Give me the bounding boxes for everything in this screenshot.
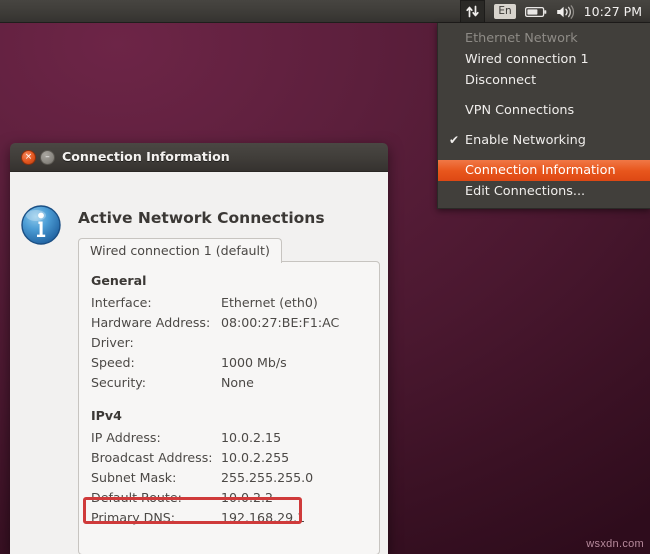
panel-indicator-tray: En 10:27 PM xyxy=(460,0,646,23)
detail-key: Driver: xyxy=(91,334,134,350)
detail-row-default-route: Default Route: 10.0.2.2 xyxy=(91,487,371,507)
detail-key: Broadcast Address: xyxy=(91,449,213,465)
connections-notebook: Wired connection 1 (default) General Int… xyxy=(78,238,380,554)
desktop-screen: wsxdn.com En 10:27 PM Ethernet Network W… xyxy=(0,0,650,554)
detail-value: 192.168.29.1 xyxy=(221,509,306,525)
detail-value: 1000 Mb/s xyxy=(221,354,287,370)
network-dropdown-menu: Ethernet Network Wired connection 1 Disc… xyxy=(437,23,650,209)
detail-row-interface: Interface: Ethernet (eth0) xyxy=(91,292,371,312)
tab-page-wired-connection-1: General Interface: Ethernet (eth0) Hardw… xyxy=(78,261,380,554)
section-title-general: General xyxy=(91,273,147,288)
info-icon xyxy=(18,202,64,248)
menu-item-ethernet-network: Ethernet Network xyxy=(438,28,650,49)
menu-item-label: VPN Connections xyxy=(465,103,575,118)
close-button[interactable]: × xyxy=(21,150,36,165)
detail-row-speed: Speed: 1000 Mb/s xyxy=(91,352,371,372)
detail-value: 255.255.255.0 xyxy=(221,469,314,485)
detail-key: Default Route: xyxy=(91,489,182,505)
detail-row-broadcast-address: Broadcast Address: 10.0.2.255 xyxy=(91,447,371,467)
battery-indicator[interactable] xyxy=(524,0,547,23)
page-title: Active Network Connections xyxy=(78,209,325,227)
minimize-button[interactable]: – xyxy=(40,150,55,165)
volume-icon xyxy=(556,4,575,19)
menu-item-label: Enable Networking xyxy=(465,133,586,148)
keyboard-layout-indicator[interactable]: En xyxy=(494,0,516,23)
menu-item-label: Connection Information xyxy=(465,163,616,178)
detail-key: Interface: xyxy=(91,294,152,310)
menu-item-enable-networking[interactable]: ✔ Enable Networking xyxy=(438,130,650,151)
detail-key: Primary DNS: xyxy=(91,509,176,525)
tab-strip: Wired connection 1 (default) xyxy=(78,238,380,263)
menu-separator-1 xyxy=(438,91,650,100)
menu-item-connection-information[interactable]: Connection Information xyxy=(438,160,650,181)
top-panel: En 10:27 PM xyxy=(0,0,650,23)
minimize-icon: – xyxy=(45,152,50,162)
checkmark-icon: ✔ xyxy=(449,133,460,147)
detail-row-primary-dns: Primary DNS: 192.168.29.1 xyxy=(91,507,371,527)
detail-row-security: Security: None xyxy=(91,372,371,392)
detail-row-subnet-mask: Subnet Mask: 255.255.255.0 xyxy=(91,467,371,487)
tab-wired-connection-1[interactable]: Wired connection 1 (default) xyxy=(78,238,282,263)
detail-row-ip-address: IP Address: 10.0.2.15 xyxy=(91,427,371,447)
detail-row-driver: Driver: xyxy=(91,332,371,352)
menu-item-label: Disconnect xyxy=(465,73,537,88)
connection-information-window: × – Connection Information Active Networ… xyxy=(10,143,388,554)
connection-details-list: General Interface: Ethernet (eth0) Hardw… xyxy=(91,273,371,527)
detail-key: Security: xyxy=(91,374,147,390)
detail-value: 08:00:27:BE:F1:AC xyxy=(221,314,340,330)
battery-icon xyxy=(524,6,547,18)
detail-value: 10.0.2.255 xyxy=(221,449,290,465)
clock-label: 10:27 PM xyxy=(583,4,642,19)
menu-item-label: Wired connection 1 xyxy=(465,52,589,67)
window-content: Active Network Connections Wired connect… xyxy=(10,172,388,554)
detail-key: Hardware Address: xyxy=(91,314,211,330)
menu-item-edit-connections[interactable]: Edit Connections... xyxy=(438,181,650,202)
window-titlebar[interactable]: × – Connection Information xyxy=(10,143,388,172)
network-indicator-button[interactable] xyxy=(460,0,486,23)
close-icon: × xyxy=(24,152,33,162)
volume-indicator[interactable] xyxy=(556,0,575,23)
detail-key: Subnet Mask: xyxy=(91,469,177,485)
detail-key: IP Address: xyxy=(91,429,161,445)
tab-label: Wired connection 1 (default) xyxy=(90,243,270,258)
keyboard-layout-icon: En xyxy=(494,4,516,19)
network-arrows-icon xyxy=(465,4,480,19)
detail-value: Ethernet (eth0) xyxy=(221,294,318,310)
menu-item-wired-connection-1[interactable]: Wired connection 1 xyxy=(438,49,650,70)
menu-separator-2 xyxy=(438,121,650,130)
detail-value: 10.0.2.15 xyxy=(221,429,282,445)
detail-key: Speed: xyxy=(91,354,135,370)
menu-separator-3 xyxy=(438,151,650,160)
section-title-ipv4: IPv4 xyxy=(91,408,122,423)
clock-indicator[interactable]: 10:27 PM xyxy=(584,0,646,23)
menu-item-label: Ethernet Network xyxy=(465,31,578,46)
menu-item-label: Edit Connections... xyxy=(465,184,586,199)
detail-value: None xyxy=(221,374,254,390)
window-title: Connection Information xyxy=(62,149,230,164)
watermark-text: wsxdn.com xyxy=(586,538,644,550)
detail-row-hardware-address: Hardware Address: 08:00:27:BE:F1:AC xyxy=(91,312,371,332)
menu-item-vpn-connections[interactable]: VPN Connections xyxy=(438,100,650,121)
menu-item-disconnect[interactable]: Disconnect xyxy=(438,70,650,91)
detail-value: 10.0.2.2 xyxy=(221,489,274,505)
